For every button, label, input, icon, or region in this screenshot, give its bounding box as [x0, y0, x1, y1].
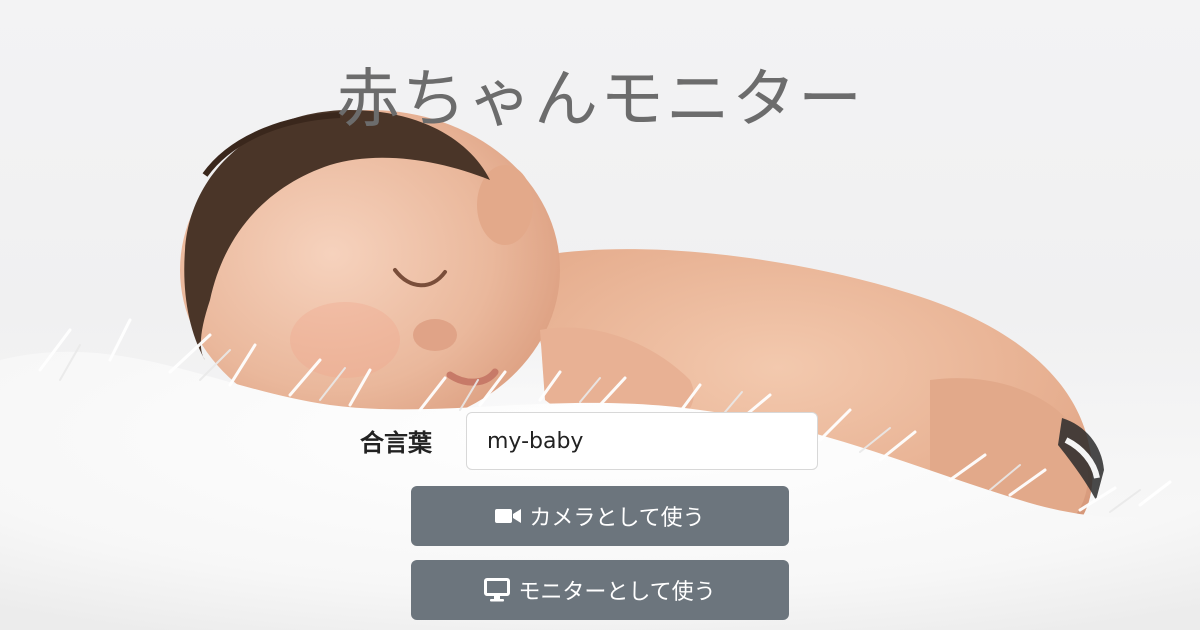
- use-as-monitor-button[interactable]: モニターとして使う: [411, 560, 789, 620]
- use-as-monitor-label: モニターとして使う: [518, 580, 716, 605]
- desktop-monitor-icon: [484, 578, 511, 602]
- password-label: 合言葉: [360, 429, 432, 457]
- video-camera-icon: [495, 507, 522, 525]
- use-as-camera-button[interactable]: カメラとして使う: [411, 486, 789, 546]
- password-input[interactable]: [466, 412, 818, 470]
- use-as-camera-label: カメラとして使う: [529, 506, 705, 531]
- connect-form: 合言葉 カメラとして使う モニターとして使う: [0, 0, 1200, 630]
